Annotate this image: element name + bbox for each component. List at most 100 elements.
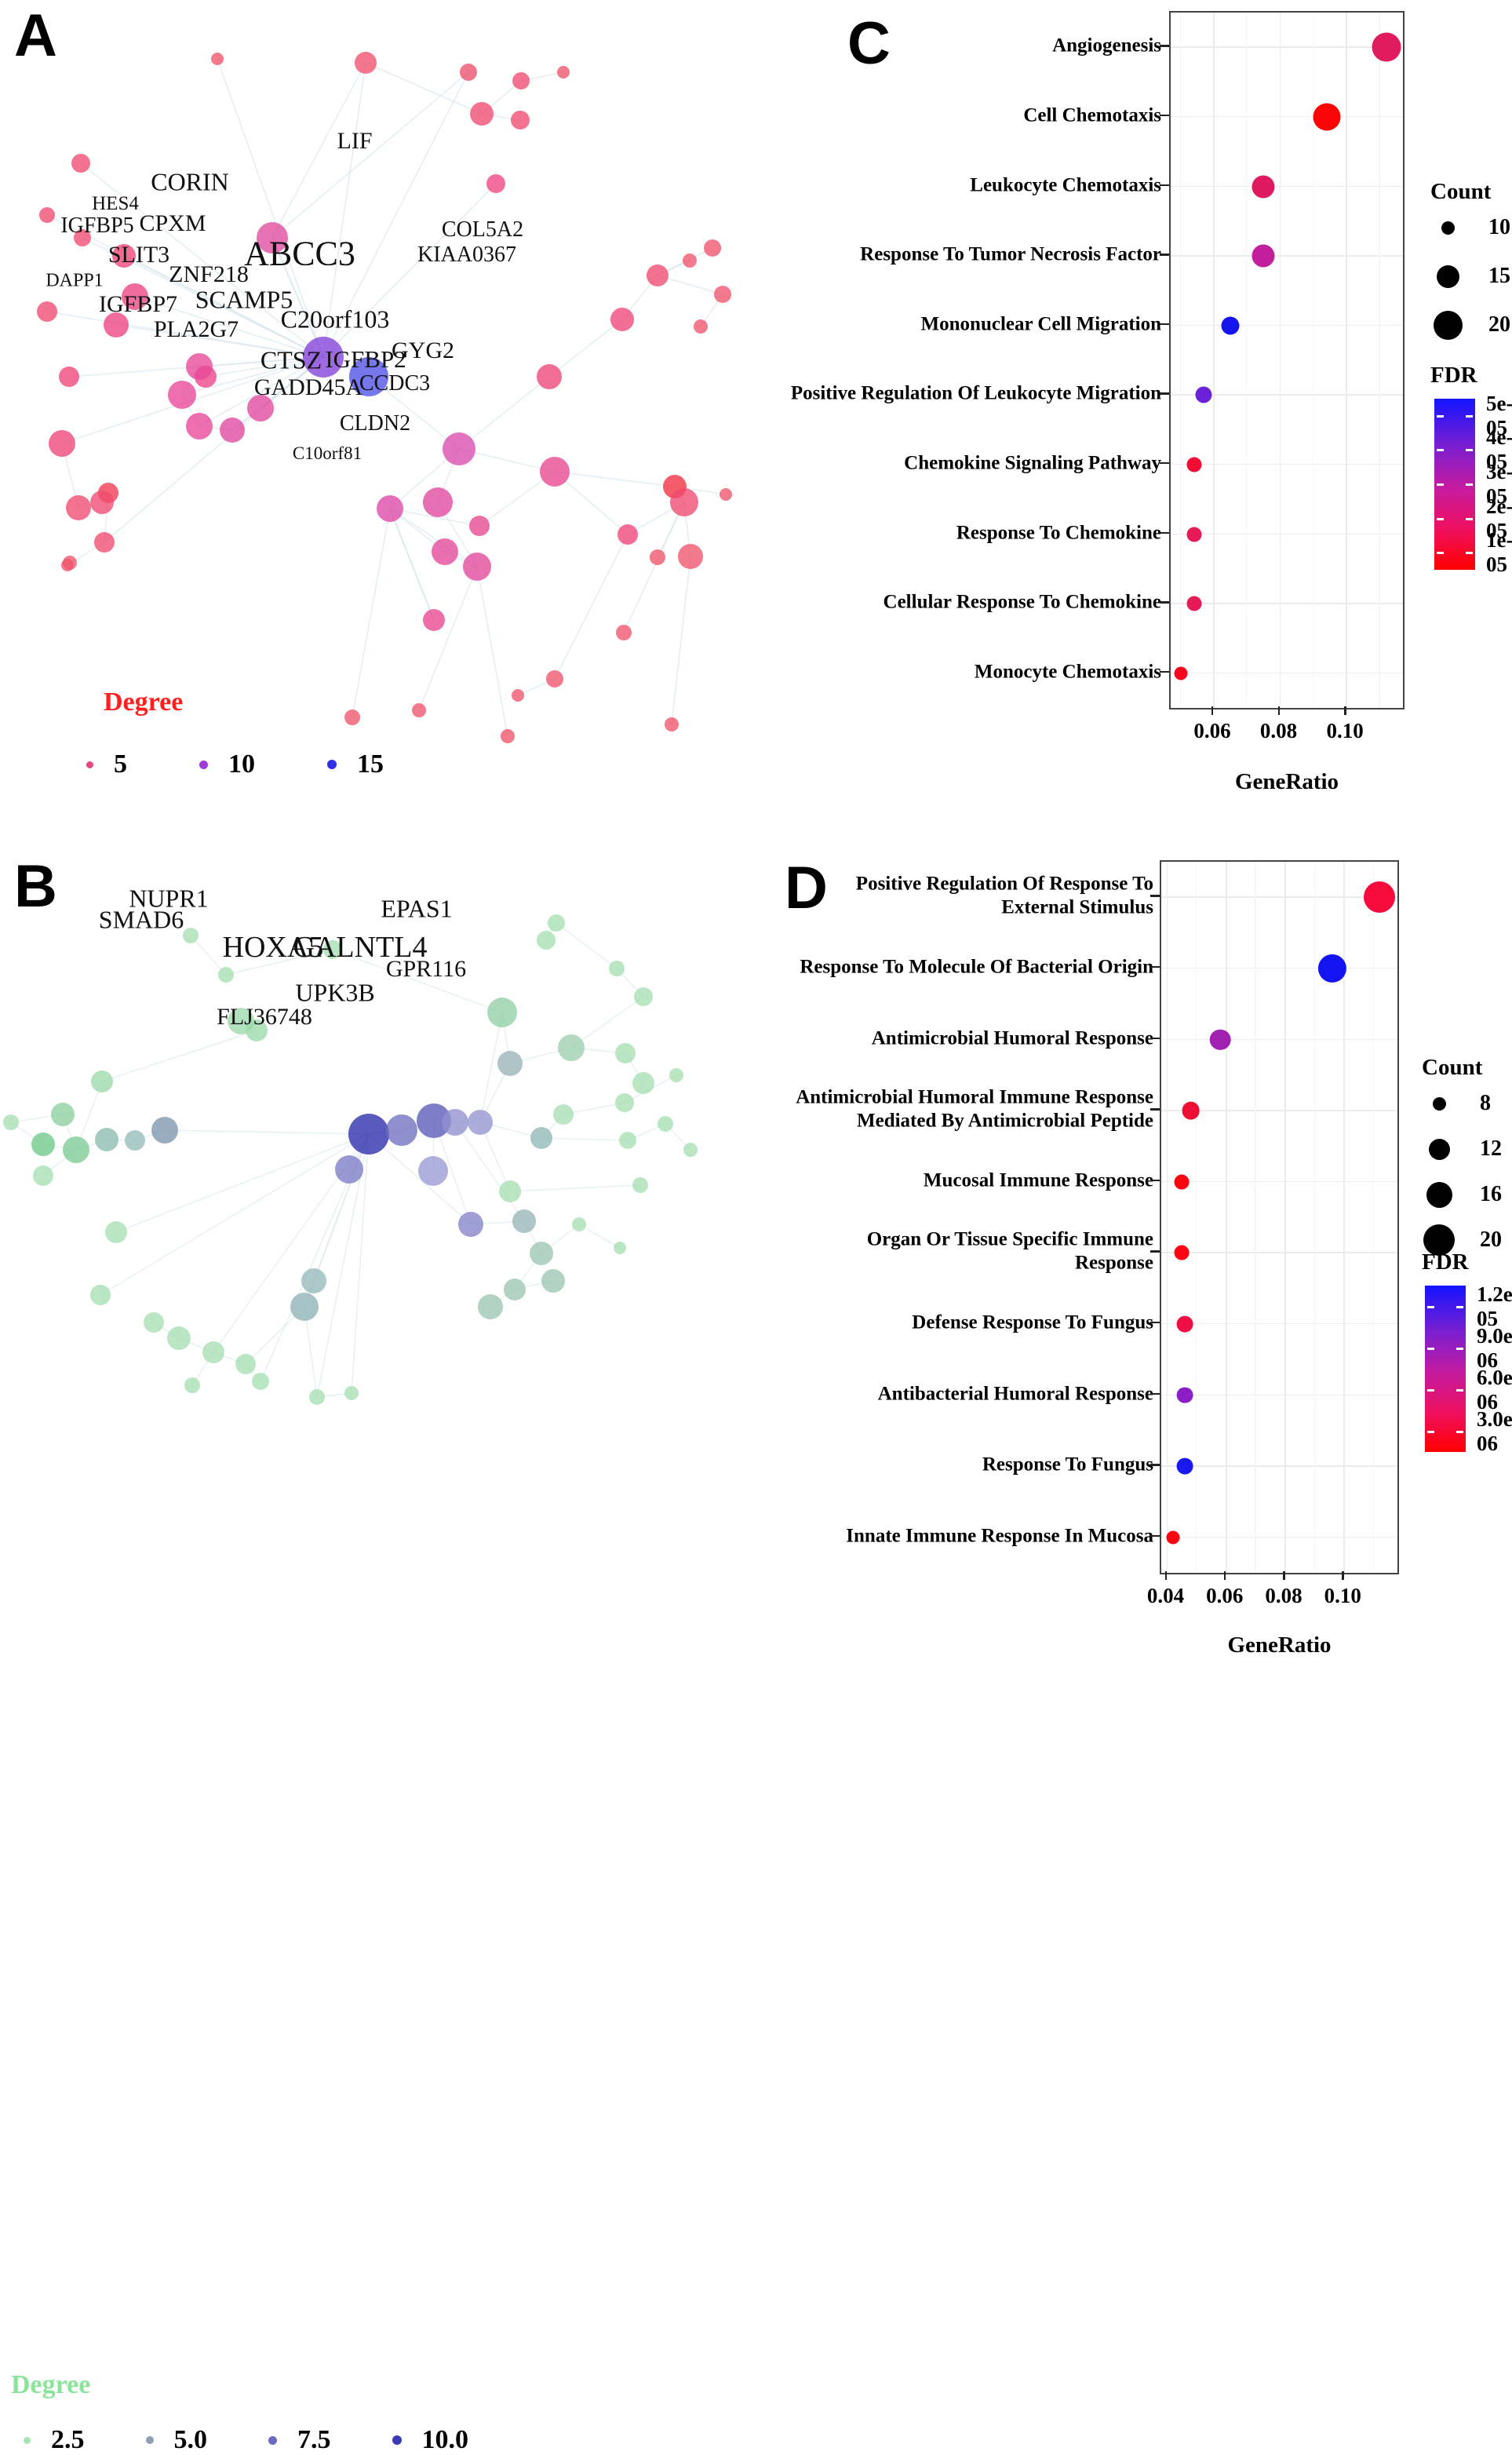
network-node[interactable] bbox=[94, 532, 115, 553]
network-node[interactable] bbox=[344, 1386, 359, 1400]
network-node[interactable] bbox=[3, 1114, 19, 1130]
network-node[interactable] bbox=[704, 239, 721, 257]
network-node[interactable] bbox=[632, 1177, 648, 1193]
network-node[interactable] bbox=[501, 729, 515, 743]
network-graph-a[interactable]: LIF CORIN HES4 IGFBP5 CPXM SLIT3 ZNF218 DAPP1 IG… bbox=[0, 16, 753, 753]
network-node[interactable] bbox=[619, 1132, 636, 1149]
network-node[interactable] bbox=[512, 689, 524, 702]
network-node[interactable] bbox=[665, 717, 679, 731]
network-node[interactable] bbox=[386, 1114, 417, 1146]
network-node[interactable] bbox=[442, 1109, 468, 1136]
dot-plot-point[interactable] bbox=[1221, 316, 1240, 335]
network-node[interactable] bbox=[609, 961, 625, 976]
network-node[interactable] bbox=[105, 1221, 127, 1243]
network-node[interactable] bbox=[647, 264, 669, 286]
network-node[interactable] bbox=[211, 53, 224, 65]
network-node[interactable] bbox=[49, 430, 75, 457]
network-node[interactable] bbox=[51, 1103, 75, 1126]
network-node[interactable] bbox=[90, 1285, 111, 1305]
dot-plot-point[interactable] bbox=[1318, 954, 1347, 983]
network-node[interactable] bbox=[548, 914, 565, 932]
dot-plot-point[interactable] bbox=[1174, 1174, 1190, 1190]
network-node[interactable] bbox=[458, 1212, 483, 1237]
network-node[interactable] bbox=[90, 491, 114, 514]
network-node[interactable] bbox=[186, 413, 213, 440]
network-node[interactable] bbox=[335, 1155, 363, 1184]
network-node[interactable] bbox=[418, 1156, 448, 1186]
network-node[interactable] bbox=[37, 301, 57, 322]
network-node[interactable] bbox=[252, 1373, 269, 1390]
network-node[interactable] bbox=[443, 432, 475, 465]
panel-d-plot-area[interactable] bbox=[1160, 860, 1399, 1574]
network-node[interactable] bbox=[66, 495, 91, 520]
network-node[interactable] bbox=[558, 1034, 585, 1061]
network-node[interactable] bbox=[460, 64, 477, 81]
network-node[interactable] bbox=[486, 174, 505, 193]
panel-c-plot-area[interactable] bbox=[1169, 11, 1405, 710]
dot-plot-point[interactable] bbox=[1174, 666, 1188, 680]
network-node[interactable] bbox=[144, 1312, 164, 1333]
network-node[interactable] bbox=[512, 1209, 536, 1233]
network-node[interactable] bbox=[537, 364, 562, 389]
network-node[interactable] bbox=[694, 319, 708, 334]
network-node[interactable] bbox=[615, 1093, 634, 1112]
network-node[interactable] bbox=[720, 488, 732, 501]
dot-plot-point[interactable] bbox=[1251, 244, 1275, 268]
network-node[interactable] bbox=[235, 1354, 256, 1374]
dot-plot-point[interactable] bbox=[1186, 596, 1202, 611]
network-node[interactable] bbox=[39, 207, 55, 223]
network-node[interactable] bbox=[650, 549, 665, 565]
network-node[interactable] bbox=[71, 154, 90, 173]
network-node[interactable] bbox=[669, 1068, 683, 1082]
dot-plot-point[interactable] bbox=[1174, 1245, 1190, 1260]
network-node[interactable] bbox=[616, 625, 632, 640]
network-node[interactable] bbox=[670, 488, 698, 516]
network-node[interactable] bbox=[63, 556, 77, 570]
network-node[interactable] bbox=[412, 703, 426, 717]
dot-plot-point[interactable] bbox=[1372, 32, 1401, 62]
network-node[interactable] bbox=[499, 1180, 521, 1202]
dot-plot-point[interactable] bbox=[1195, 386, 1212, 403]
network-node[interactable] bbox=[632, 1072, 654, 1094]
network-node[interactable] bbox=[355, 52, 377, 74]
network-node[interactable] bbox=[468, 1110, 493, 1135]
network-node[interactable] bbox=[59, 367, 79, 387]
network-node[interactable] bbox=[504, 1279, 526, 1300]
network-node[interactable] bbox=[183, 928, 199, 943]
network-node[interactable] bbox=[218, 967, 234, 983]
network-node[interactable] bbox=[497, 1051, 523, 1076]
network-node[interactable] bbox=[33, 1165, 53, 1186]
network-node[interactable] bbox=[540, 457, 570, 487]
network-node[interactable] bbox=[186, 353, 213, 380]
network-node[interactable] bbox=[95, 1128, 118, 1151]
network-node[interactable] bbox=[168, 381, 196, 409]
network-node[interactable] bbox=[423, 609, 445, 631]
dot-plot-point[interactable] bbox=[1182, 1101, 1200, 1120]
dot-plot-point[interactable] bbox=[1251, 175, 1275, 198]
network-node[interactable] bbox=[63, 1136, 89, 1163]
network-node[interactable] bbox=[714, 286, 731, 303]
network-graph-b[interactable]: NUPR1 SMAD6 HOXA5 GALNTL4 EPAS1 GPR116 UPK3B FL… bbox=[0, 879, 753, 1530]
dot-plot-point[interactable] bbox=[1313, 103, 1341, 131]
dot-plot-point[interactable] bbox=[1364, 881, 1396, 914]
network-node[interactable] bbox=[618, 524, 638, 545]
network-node[interactable] bbox=[557, 66, 570, 78]
network-node[interactable] bbox=[151, 1117, 178, 1144]
network-node[interactable] bbox=[487, 998, 517, 1027]
network-node[interactable] bbox=[530, 1127, 552, 1149]
network-node[interactable] bbox=[377, 495, 403, 522]
network-node[interactable] bbox=[344, 710, 360, 725]
dot-plot-point[interactable] bbox=[1166, 1530, 1180, 1545]
network-node[interactable] bbox=[463, 553, 491, 581]
dot-plot-point[interactable] bbox=[1176, 1315, 1193, 1333]
dot-plot-point[interactable] bbox=[1209, 1029, 1231, 1050]
network-node[interactable] bbox=[301, 1268, 326, 1293]
network-node[interactable] bbox=[432, 538, 458, 565]
network-node[interactable] bbox=[348, 1114, 389, 1155]
network-node[interactable] bbox=[634, 987, 653, 1006]
network-node[interactable] bbox=[202, 1341, 224, 1363]
network-node[interactable] bbox=[683, 1143, 698, 1157]
network-node[interactable] bbox=[537, 931, 556, 950]
network-node[interactable] bbox=[610, 308, 634, 331]
network-node[interactable] bbox=[553, 1104, 574, 1125]
